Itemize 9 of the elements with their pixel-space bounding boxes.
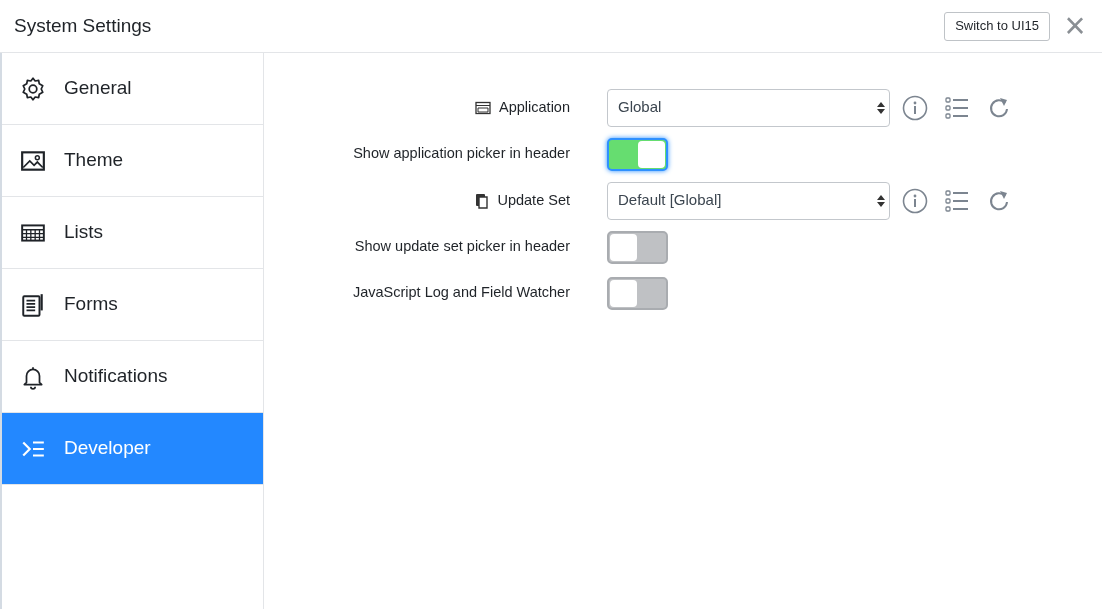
window-title: System Settings bbox=[14, 13, 153, 38]
setting-label: Application bbox=[499, 97, 570, 117]
setting-label: Update Set bbox=[497, 190, 570, 210]
setting-label: Show update set picker in header bbox=[354, 237, 570, 257]
setting-label: JavaScript Log and Field Watcher bbox=[352, 283, 570, 303]
select-field[interactable]: Default [Global] bbox=[607, 181, 890, 220]
select-field[interactable]: Global bbox=[607, 88, 890, 127]
switch-ui-button[interactable]: Switch to UI15 bbox=[944, 11, 1050, 41]
setting-label: Show application picker in header bbox=[353, 144, 570, 164]
